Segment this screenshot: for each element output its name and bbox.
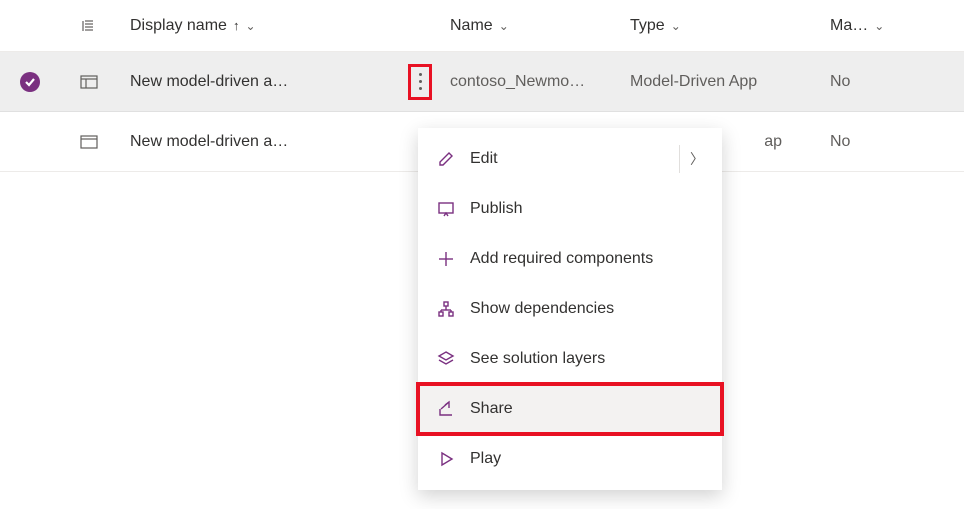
cell-managed: No [830, 133, 910, 151]
chevron-down-icon: ⌄ [499, 19, 509, 33]
menu-item-label: Play [470, 450, 501, 468]
column-header-label: Ma… [830, 17, 868, 35]
menu-item-play[interactable]: Play [418, 434, 722, 484]
cell-managed: No [830, 73, 910, 91]
column-header-display-name[interactable]: Display name ↑ ⌄ [130, 17, 390, 35]
more-actions-button[interactable] [408, 64, 432, 100]
menu-item-edit[interactable]: Edit 〉 [418, 134, 722, 184]
column-header-type[interactable]: Type ⌄ [630, 17, 830, 35]
cell-row-actions [390, 64, 450, 100]
menu-item-label: Edit [470, 150, 498, 168]
cell-text: New model-driven a… [130, 73, 288, 91]
menu-item-label: Add required components [470, 250, 653, 268]
chevron-down-icon: ⌄ [245, 19, 255, 33]
menu-item-share[interactable]: Share [418, 384, 722, 434]
share-icon [436, 399, 456, 419]
app-canvas-icon [80, 135, 98, 149]
cell-display-name[interactable]: New model-driven a… [130, 133, 390, 151]
menu-item-label: Show dependencies [470, 300, 614, 318]
column-header-label: Display name [130, 17, 227, 35]
menu-item-add-required[interactable]: Add required components [418, 234, 722, 284]
column-header-managed[interactable]: Ma… ⌄ [830, 17, 910, 35]
cell-text: No [830, 133, 850, 151]
column-header-label: Type [630, 17, 665, 35]
hierarchy-icon [436, 299, 456, 319]
layout-header-icon [80, 18, 96, 34]
publish-icon [436, 199, 456, 219]
row-type-icon-cell [80, 75, 130, 89]
table-row[interactable]: New model-driven a… contoso_Newmo… Model… [0, 52, 964, 112]
row-select-cell[interactable] [20, 72, 80, 92]
sort-ascending-icon: ↑ [233, 18, 240, 33]
cell-name: contoso_Newmo… [450, 73, 630, 91]
cell-text: No [830, 73, 850, 91]
pencil-icon [436, 149, 456, 169]
cell-text: New model-driven a… [130, 133, 288, 151]
layers-icon [436, 349, 456, 369]
column-header-label: Name [450, 17, 493, 35]
cell-text: ap [764, 133, 782, 151]
menu-item-label: See solution layers [470, 350, 605, 368]
plus-icon [436, 249, 456, 269]
chevron-down-icon: ⌄ [671, 19, 681, 33]
menu-item-submenu-indicator[interactable]: 〉 [679, 145, 704, 173]
menu-item-solution-layers[interactable]: See solution layers [418, 334, 722, 384]
table-header-row: Display name ↑ ⌄ Name ⌄ Type ⌄ Ma… ⌄ [0, 0, 964, 52]
menu-item-show-dependencies[interactable]: Show dependencies [418, 284, 722, 334]
row-context-menu: Edit 〉 Publish Add required components S… [418, 128, 722, 490]
share-highlight-box [416, 382, 724, 436]
menu-item-label: Publish [470, 200, 522, 218]
chevron-right-icon: 〉 [690, 149, 704, 169]
divider [679, 145, 680, 173]
cell-display-name[interactable]: New model-driven a… [130, 73, 390, 91]
menu-item-publish[interactable]: Publish [418, 184, 722, 234]
row-type-icon-cell [80, 135, 130, 149]
play-icon [436, 449, 456, 469]
chevron-down-icon: ⌄ [874, 19, 884, 33]
selected-check-icon [20, 72, 40, 92]
app-form-icon [80, 75, 98, 89]
menu-item-label: Share [470, 400, 513, 418]
column-header-name[interactable]: Name ⌄ [450, 17, 630, 35]
cell-type: Model-Driven App [630, 73, 830, 91]
column-header-layout[interactable] [80, 18, 130, 34]
cell-text: contoso_Newmo… [450, 73, 585, 91]
cell-text: Model-Driven App [630, 73, 757, 91]
